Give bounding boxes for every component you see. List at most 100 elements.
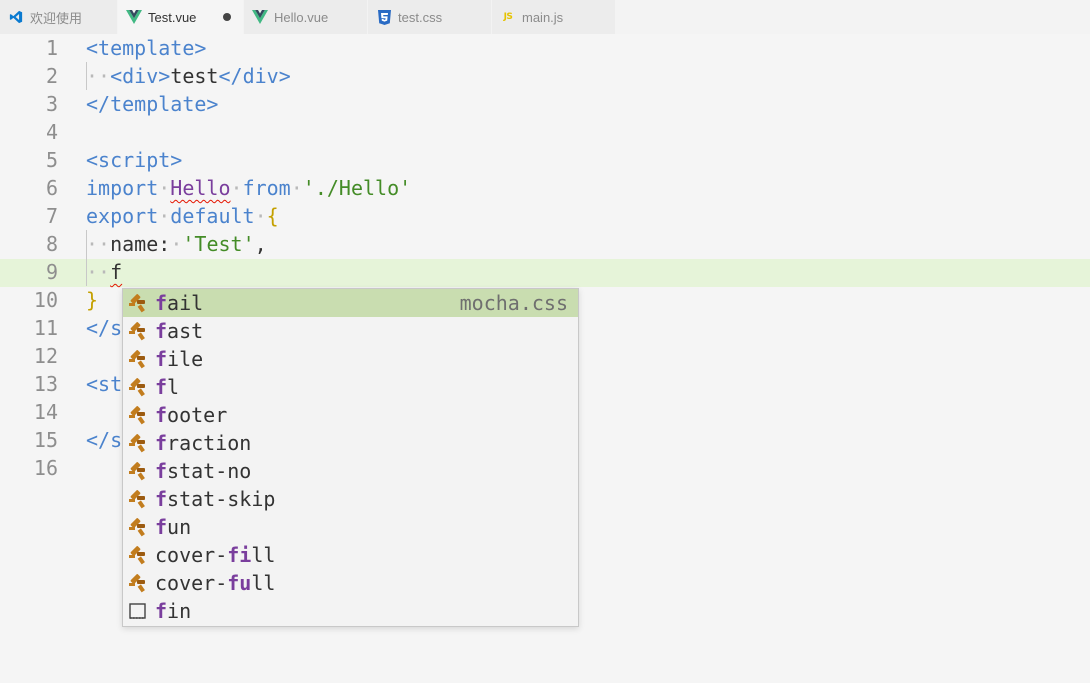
js-badge: JS (503, 12, 513, 22)
code-line[interactable]: <st (86, 370, 122, 398)
suggestion-item[interactable]: fun (123, 513, 578, 541)
line-number: 3 (45, 92, 58, 116)
snippet-icon (127, 572, 149, 594)
suggestion-match: f (155, 347, 168, 371)
line-number: 8 (45, 232, 58, 256)
suggestion-item[interactable]: fast (123, 317, 578, 345)
suggestion-label: fast (155, 319, 203, 343)
code-token: f (110, 260, 123, 284)
code-token: name: (110, 232, 171, 256)
code-token: default (170, 204, 255, 228)
line-number: 4 (45, 120, 58, 144)
whitespace-marker: · (230, 176, 243, 200)
js-file-icon: JS (500, 9, 516, 25)
suggestion-rest: ast (167, 319, 204, 343)
code-line[interactable]: ··name:·'Test', (86, 230, 267, 258)
code-token: test (170, 64, 219, 88)
suggestion-item[interactable]: footer (123, 401, 578, 429)
suggestion-item[interactable]: cover-fill (123, 541, 578, 569)
code-line[interactable]: </s (86, 314, 122, 342)
suggestion-label: fstat-skip (155, 487, 275, 511)
suggestion-label: cover-full (155, 571, 275, 595)
tab-test-css[interactable]: test.css (368, 0, 492, 34)
snippet-icon (127, 348, 149, 370)
suggestion-item[interactable]: fstat-no (123, 457, 578, 485)
code-token: from (242, 176, 291, 200)
line-number: 9 (45, 260, 58, 284)
line-number: 6 (45, 176, 58, 200)
line-number: 12 (33, 344, 58, 368)
line-number: 13 (33, 372, 58, 396)
suggestion-prefix: cover- (155, 571, 228, 595)
line-number: 15 (33, 428, 58, 452)
code-line[interactable]: export·default·{ (86, 202, 279, 230)
code-line[interactable]: import·Hello·from·'./Hello' (86, 174, 411, 202)
vue-file-icon (126, 9, 142, 25)
code-editor[interactable]: 1 2 3 4 5 6 7 8 9 10 11 12 13 14 15 16 <template> ··<div… (0, 34, 1090, 683)
suggestion-rest: ll (251, 543, 276, 567)
code-token: <template> (86, 36, 207, 60)
code-line[interactable]: } (86, 286, 98, 314)
suggestion-item[interactable]: file (123, 345, 578, 373)
suggestion-item[interactable]: cover-full (123, 569, 578, 597)
tab-welcome[interactable]: 欢迎使用 (0, 0, 118, 34)
code-line[interactable]: <template> (86, 34, 206, 62)
code-token: <div> (110, 64, 171, 88)
snippet-icon (127, 488, 149, 510)
suggestion-rest: ll (251, 571, 276, 595)
suggestion-item[interactable]: fail mocha.css (123, 289, 578, 317)
whitespace-marker: · (170, 232, 183, 256)
code-token: , (254, 232, 267, 256)
suggestion-match: f (155, 599, 168, 623)
code-line[interactable]: <script> (86, 146, 182, 174)
tab-main-js[interactable]: JS main.js (492, 0, 616, 34)
suggestion-match: f (155, 459, 168, 483)
suggestion-match: f (155, 431, 168, 455)
line-number: 2 (45, 64, 58, 88)
line-number: 14 (33, 400, 58, 424)
code-line[interactable]: </template> (86, 90, 218, 118)
code-line[interactable]: </s (86, 426, 122, 454)
suggestion-match: fi (227, 543, 252, 567)
vscode-logo-icon (8, 9, 24, 25)
tab-hello-vue[interactable]: Hello.vue (244, 0, 368, 34)
suggestion-item[interactable]: fl (123, 373, 578, 401)
line-number: 16 (33, 456, 58, 480)
suggestion-label: fstat-no (155, 459, 251, 483)
whitespace-marker: · (290, 176, 303, 200)
tab-test-vue[interactable]: Test.vue (118, 0, 244, 34)
code-token: 'Test' (182, 232, 255, 256)
code-token: } (86, 288, 99, 312)
whitespace-marker: ·· (86, 232, 111, 256)
code-token: </s (86, 316, 123, 340)
unsaved-dot-icon[interactable] (223, 13, 231, 21)
snippet-icon (127, 544, 149, 566)
line-number: 10 (33, 288, 58, 312)
tab-label: main.js (522, 9, 564, 25)
tab-label: Hello.vue (274, 9, 329, 25)
code-line[interactable]: ··f (86, 258, 122, 286)
suggestion-match: f (155, 375, 168, 399)
suggestion-item[interactable]: fstat-skip (123, 485, 578, 513)
suggestion-prefix: cover- (155, 543, 228, 567)
whitespace-marker: ·· (86, 64, 111, 88)
snippet-icon (127, 432, 149, 454)
line-number: 7 (45, 204, 58, 228)
whitespace-marker: · (158, 204, 171, 228)
suggestion-item[interactable]: fraction (123, 429, 578, 457)
code-token: </s (86, 428, 123, 452)
suggest-widget[interactable]: fail mocha.css fast file fl footer fraction fst… (122, 288, 579, 627)
suggestion-label: fin (155, 599, 191, 623)
text-word-icon (127, 600, 149, 622)
suggestion-rest: un (167, 515, 192, 539)
suggestion-rest: ile (167, 347, 204, 371)
vue-file-icon (252, 9, 268, 25)
code-line[interactable]: ··<div>test</div> (86, 62, 291, 90)
suggestion-label: footer (155, 403, 227, 427)
suggestion-rest: ooter (167, 403, 228, 427)
suggestion-item[interactable]: fin (123, 597, 578, 625)
suggestion-match: f (155, 319, 168, 343)
whitespace-marker: · (158, 176, 171, 200)
whitespace-marker: ·· (86, 260, 111, 284)
snippet-icon (127, 460, 149, 482)
